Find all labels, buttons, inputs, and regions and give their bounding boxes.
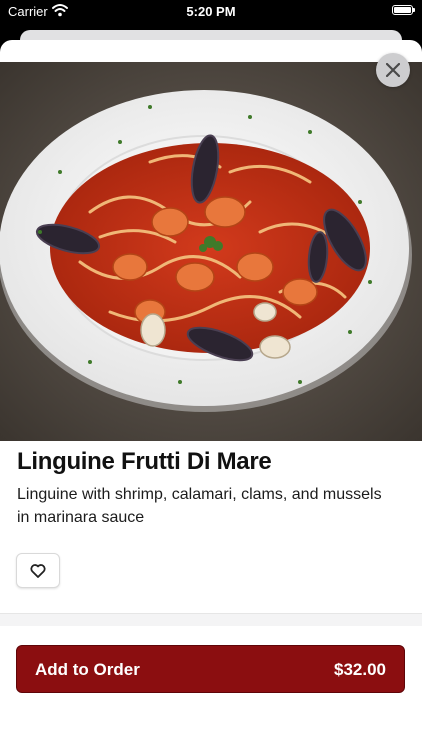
section-gap — [0, 614, 422, 626]
dish-photo — [0, 62, 422, 441]
clock: 5:20 PM — [186, 4, 236, 19]
item-description: Linguine with shrimp, calamari, clams, a… — [17, 486, 382, 526]
status-bar: Carrier 5:20 PM — [0, 0, 422, 22]
item-title: Linguine Frutti Di Mare — [17, 448, 272, 475]
favorite-button[interactable] — [16, 553, 60, 588]
heart-icon — [30, 563, 46, 578]
add-to-order-button[interactable]: Add to Order $32.00 — [16, 645, 405, 693]
battery-icon — [392, 5, 415, 15]
add-to-order-label: Add to Order — [35, 660, 140, 679]
close-icon — [386, 63, 400, 77]
item-price: $32.00 — [334, 660, 386, 679]
close-button[interactable] — [376, 53, 410, 87]
